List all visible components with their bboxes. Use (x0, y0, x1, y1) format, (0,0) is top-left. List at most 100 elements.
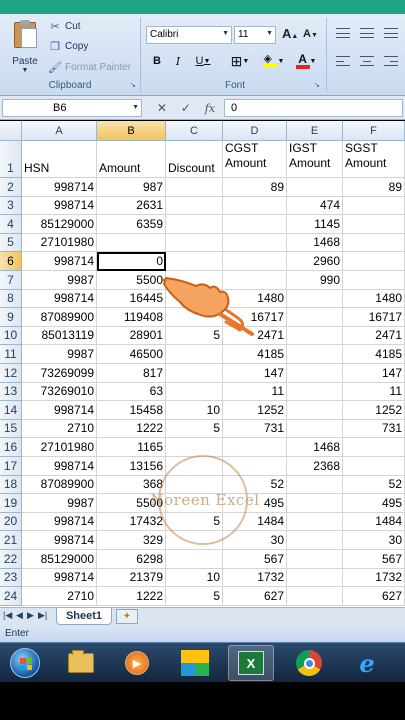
cut-button[interactable]: ✂ Cut (48, 18, 80, 35)
font-size-select[interactable]: 11 ▼ (234, 26, 276, 44)
row-header[interactable]: 2 (0, 178, 22, 197)
cell[interactable]: 998714 (22, 512, 97, 532)
cell[interactable] (223, 215, 287, 234)
borders-button[interactable]: ⊞ ▼ (226, 52, 254, 70)
cell[interactable]: 627 (223, 587, 287, 606)
row-header[interactable]: 7 (0, 271, 22, 290)
row-header[interactable]: 23 (0, 568, 22, 588)
first-sheet-icon[interactable]: |◀ (3, 610, 12, 621)
cell[interactable]: 1484 (223, 512, 287, 532)
cell[interactable] (287, 382, 343, 402)
cell[interactable] (287, 401, 343, 420)
row-header[interactable]: 4 (0, 215, 22, 234)
cell[interactable]: 63 (97, 382, 166, 402)
cell[interactable] (343, 457, 405, 476)
fill-color-button[interactable]: ◈ ▼ (260, 52, 288, 70)
format-painter-button[interactable]: 🖌 Format Painter (48, 59, 131, 76)
cell[interactable] (343, 271, 405, 290)
cell[interactable]: 495 (343, 494, 405, 513)
cell[interactable]: 731 (223, 419, 287, 439)
dialog-launcher-icon[interactable]: ↘ (314, 81, 320, 89)
cell[interactable] (223, 438, 287, 457)
cell[interactable] (166, 289, 223, 309)
prev-sheet-icon[interactable]: ◀ (16, 610, 23, 621)
column-header-d[interactable]: D (223, 121, 287, 141)
row-header[interactable]: 24 (0, 587, 22, 606)
cell[interactable] (343, 233, 405, 253)
cell[interactable]: 16445 (97, 289, 166, 309)
shrink-font-button[interactable]: A▼ (303, 28, 318, 40)
cell[interactable] (166, 178, 223, 197)
cell[interactable] (287, 419, 343, 439)
cell[interactable]: 6298 (97, 550, 166, 569)
header-cell[interactable]: Discount (166, 141, 223, 178)
cell[interactable] (343, 196, 405, 216)
cell[interactable]: 474 (287, 196, 343, 216)
header-cell[interactable]: SGST Amount (343, 141, 405, 178)
cell[interactable] (287, 178, 343, 197)
row-header[interactable]: 1 (0, 141, 22, 178)
cell[interactable]: 30 (343, 531, 405, 550)
cell[interactable]: 1468 (287, 438, 343, 457)
cell[interactable]: 87089900 (22, 308, 97, 327)
cell[interactable]: 4185 (343, 345, 405, 364)
row-header[interactable]: 9 (0, 308, 22, 327)
cell[interactable]: 10 (166, 568, 223, 588)
cell[interactable] (166, 475, 223, 495)
cell[interactable]: 4185 (223, 345, 287, 364)
font-color-button[interactable]: A ▼ (292, 52, 320, 70)
cell[interactable]: 27101980 (22, 438, 97, 457)
sheet-tab-sheet1[interactable]: Sheet1 (56, 608, 112, 625)
cell[interactable]: 495 (223, 494, 287, 513)
select-all-corner[interactable] (0, 121, 22, 141)
cell[interactable]: 2710 (22, 587, 97, 606)
cell[interactable]: 1252 (343, 401, 405, 420)
align-middle-icon[interactable] (358, 26, 376, 40)
row-header[interactable]: 6 (0, 252, 22, 271)
cell[interactable] (166, 550, 223, 569)
cell[interactable]: 5 (166, 587, 223, 606)
cell[interactable] (166, 531, 223, 550)
copy-button[interactable]: ❐ Copy (48, 38, 88, 55)
header-cell[interactable]: Amount (97, 141, 166, 178)
cell[interactable]: 119408 (97, 308, 166, 327)
cell[interactable] (166, 345, 223, 364)
cell[interactable] (287, 308, 343, 327)
font-name-select[interactable]: Calibri ▼ (146, 26, 232, 44)
cell[interactable] (223, 271, 287, 290)
cell[interactable] (166, 215, 223, 234)
next-sheet-icon[interactable]: ▶ (27, 610, 34, 621)
align-center-icon[interactable] (358, 54, 376, 68)
cell[interactable]: 85129000 (22, 215, 97, 234)
align-left-icon[interactable] (334, 54, 352, 68)
row-header[interactable]: 8 (0, 289, 22, 309)
cell[interactable] (287, 531, 343, 550)
insert-function-button[interactable]: fx (205, 102, 215, 115)
cell[interactable]: 11 (343, 382, 405, 402)
grow-font-button[interactable]: A▲ (282, 26, 298, 41)
cell[interactable]: 1165 (97, 438, 166, 457)
row-header[interactable]: 17 (0, 457, 22, 476)
cell[interactable] (166, 382, 223, 402)
align-top-icon[interactable] (334, 26, 352, 40)
paste-button[interactable]: Paste ▼ (6, 20, 44, 78)
cell[interactable] (97, 233, 166, 253)
cell[interactable] (166, 438, 223, 457)
cell[interactable] (166, 457, 223, 476)
cell[interactable]: 987 (97, 178, 166, 197)
row-header[interactable]: 18 (0, 475, 22, 495)
cell[interactable]: 731 (343, 419, 405, 439)
cell[interactable]: 1732 (223, 568, 287, 588)
cell[interactable] (287, 326, 343, 346)
taskbar-explorer[interactable] (58, 645, 104, 681)
check-icon[interactable]: ✓ (181, 101, 191, 115)
row-header[interactable]: 11 (0, 345, 22, 364)
taskbar-excel[interactable]: X (228, 645, 274, 681)
italic-button[interactable]: I (169, 52, 187, 70)
row-header[interactable]: 13 (0, 382, 22, 402)
cell[interactable]: 46500 (97, 345, 166, 364)
underline-button[interactable]: U ▼ (190, 52, 216, 70)
cell[interactable]: 817 (97, 364, 166, 383)
cell[interactable]: 5 (166, 512, 223, 532)
cell[interactable] (287, 550, 343, 569)
